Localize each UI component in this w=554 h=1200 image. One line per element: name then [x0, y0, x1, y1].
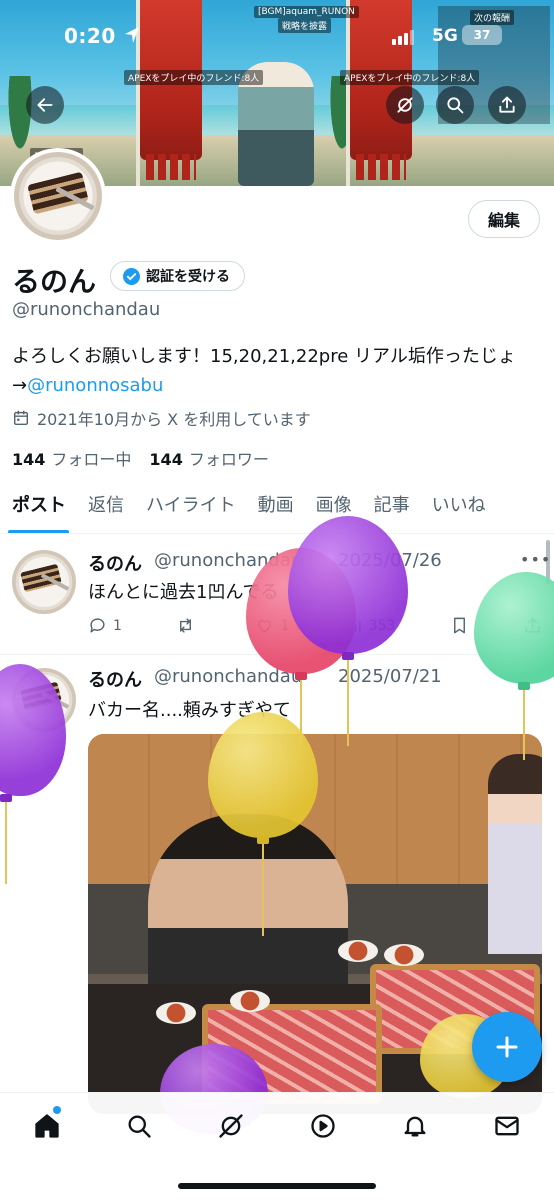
followers-count: 144 — [149, 450, 183, 469]
get-verified-label: 認証を受ける — [146, 269, 230, 285]
share-button[interactable] — [488, 86, 526, 124]
battery-level: 37 — [473, 28, 491, 42]
home-indicator — [178, 1183, 376, 1189]
home-icon — [35, 1114, 59, 1138]
tab-highlights[interactable]: ハイライト — [135, 490, 247, 533]
joined-text: 2021年10月から X を利用しています — [37, 410, 311, 429]
followers-link[interactable]: 144 フォロワー — [149, 446, 268, 470]
status-bar: 0:20 5G 37 — [0, 0, 554, 76]
repost-button[interactable] — [176, 616, 201, 635]
search-button[interactable] — [436, 86, 474, 124]
search-icon — [128, 1115, 151, 1138]
profile-tabs: ポスト 返信 ハイライト 動画 画像 記事 いいね — [0, 490, 554, 534]
tab-videos[interactable]: 動画 — [247, 490, 305, 533]
signal-icon — [392, 30, 414, 45]
bookmark-icon — [453, 617, 465, 634]
grok-icon — [397, 97, 413, 113]
notification-dot — [53, 1106, 61, 1114]
location-arrow-icon — [125, 27, 139, 43]
mail-icon — [495, 1116, 519, 1136]
nav-search[interactable] — [122, 1109, 156, 1143]
profile-screen: APEXをプレイ中のフレンド:8人 APEXをプレイ中のフレンド:8人 [BGM… — [0, 0, 554, 1200]
post-date: 2025/07/21 — [338, 666, 442, 687]
nav-home[interactable] — [30, 1109, 64, 1143]
tab-replies[interactable]: 返信 — [77, 490, 135, 533]
network-type: 5G — [432, 26, 458, 46]
nav-messages[interactable] — [490, 1109, 524, 1143]
compose-post-button[interactable] — [472, 1012, 542, 1082]
followers-label: フォロワー — [188, 450, 269, 469]
nav-notifications[interactable] — [398, 1109, 432, 1143]
grok-button[interactable] — [386, 86, 424, 124]
reply-button[interactable]: 1 — [88, 616, 122, 635]
tab-likes[interactable]: いいね — [421, 490, 497, 533]
play-icon — [311, 1114, 335, 1138]
bookmark-button[interactable] — [450, 616, 469, 635]
joined-date: 2021年10月から X を利用しています — [12, 406, 311, 430]
status-time: 0:20 — [64, 24, 116, 48]
post-author-name[interactable]: るのん — [88, 550, 142, 576]
search-icon — [447, 97, 464, 114]
profile-avatar[interactable] — [10, 148, 106, 244]
more-options-icon[interactable]: ••• — [520, 550, 551, 569]
nav-grok[interactable] — [214, 1109, 248, 1143]
edit-profile-button[interactable]: 編集 — [468, 200, 540, 238]
following-count: 144 — [12, 450, 46, 469]
reply-icon — [90, 618, 105, 633]
follow-stats: 144 フォロー中 144 フォロワー — [12, 446, 269, 470]
plus-icon — [496, 1036, 518, 1058]
verified-badge-icon — [123, 267, 140, 285]
battery-indicator: 37 — [462, 25, 502, 45]
post-author-name[interactable]: るのん — [88, 666, 142, 692]
bell-icon — [404, 1116, 426, 1137]
nav-videos[interactable] — [306, 1109, 340, 1143]
post-avatar[interactable] — [12, 550, 76, 614]
following-link[interactable]: 144 フォロー中 — [12, 446, 131, 470]
following-label: フォロー中 — [51, 450, 132, 469]
grok-icon — [219, 1114, 243, 1138]
profile-bio: よろしくお願いします！15,20,21,22pre リアル垢作ったじょ →@ru… — [12, 342, 542, 400]
tab-posts[interactable]: ポスト — [0, 490, 77, 533]
share-icon — [499, 96, 515, 113]
profile-handle: @runonchandau — [12, 299, 161, 320]
calendar-icon — [13, 410, 29, 426]
bio-mention-link[interactable]: @runonnosabu — [27, 375, 163, 396]
back-button[interactable] — [26, 86, 64, 124]
profile-name: るのん — [12, 265, 97, 298]
arrow-left-icon — [37, 98, 53, 112]
reply-count: 1 — [113, 617, 122, 634]
get-verified-button[interactable]: 認証を受ける — [110, 261, 245, 291]
repost-icon — [180, 618, 192, 633]
